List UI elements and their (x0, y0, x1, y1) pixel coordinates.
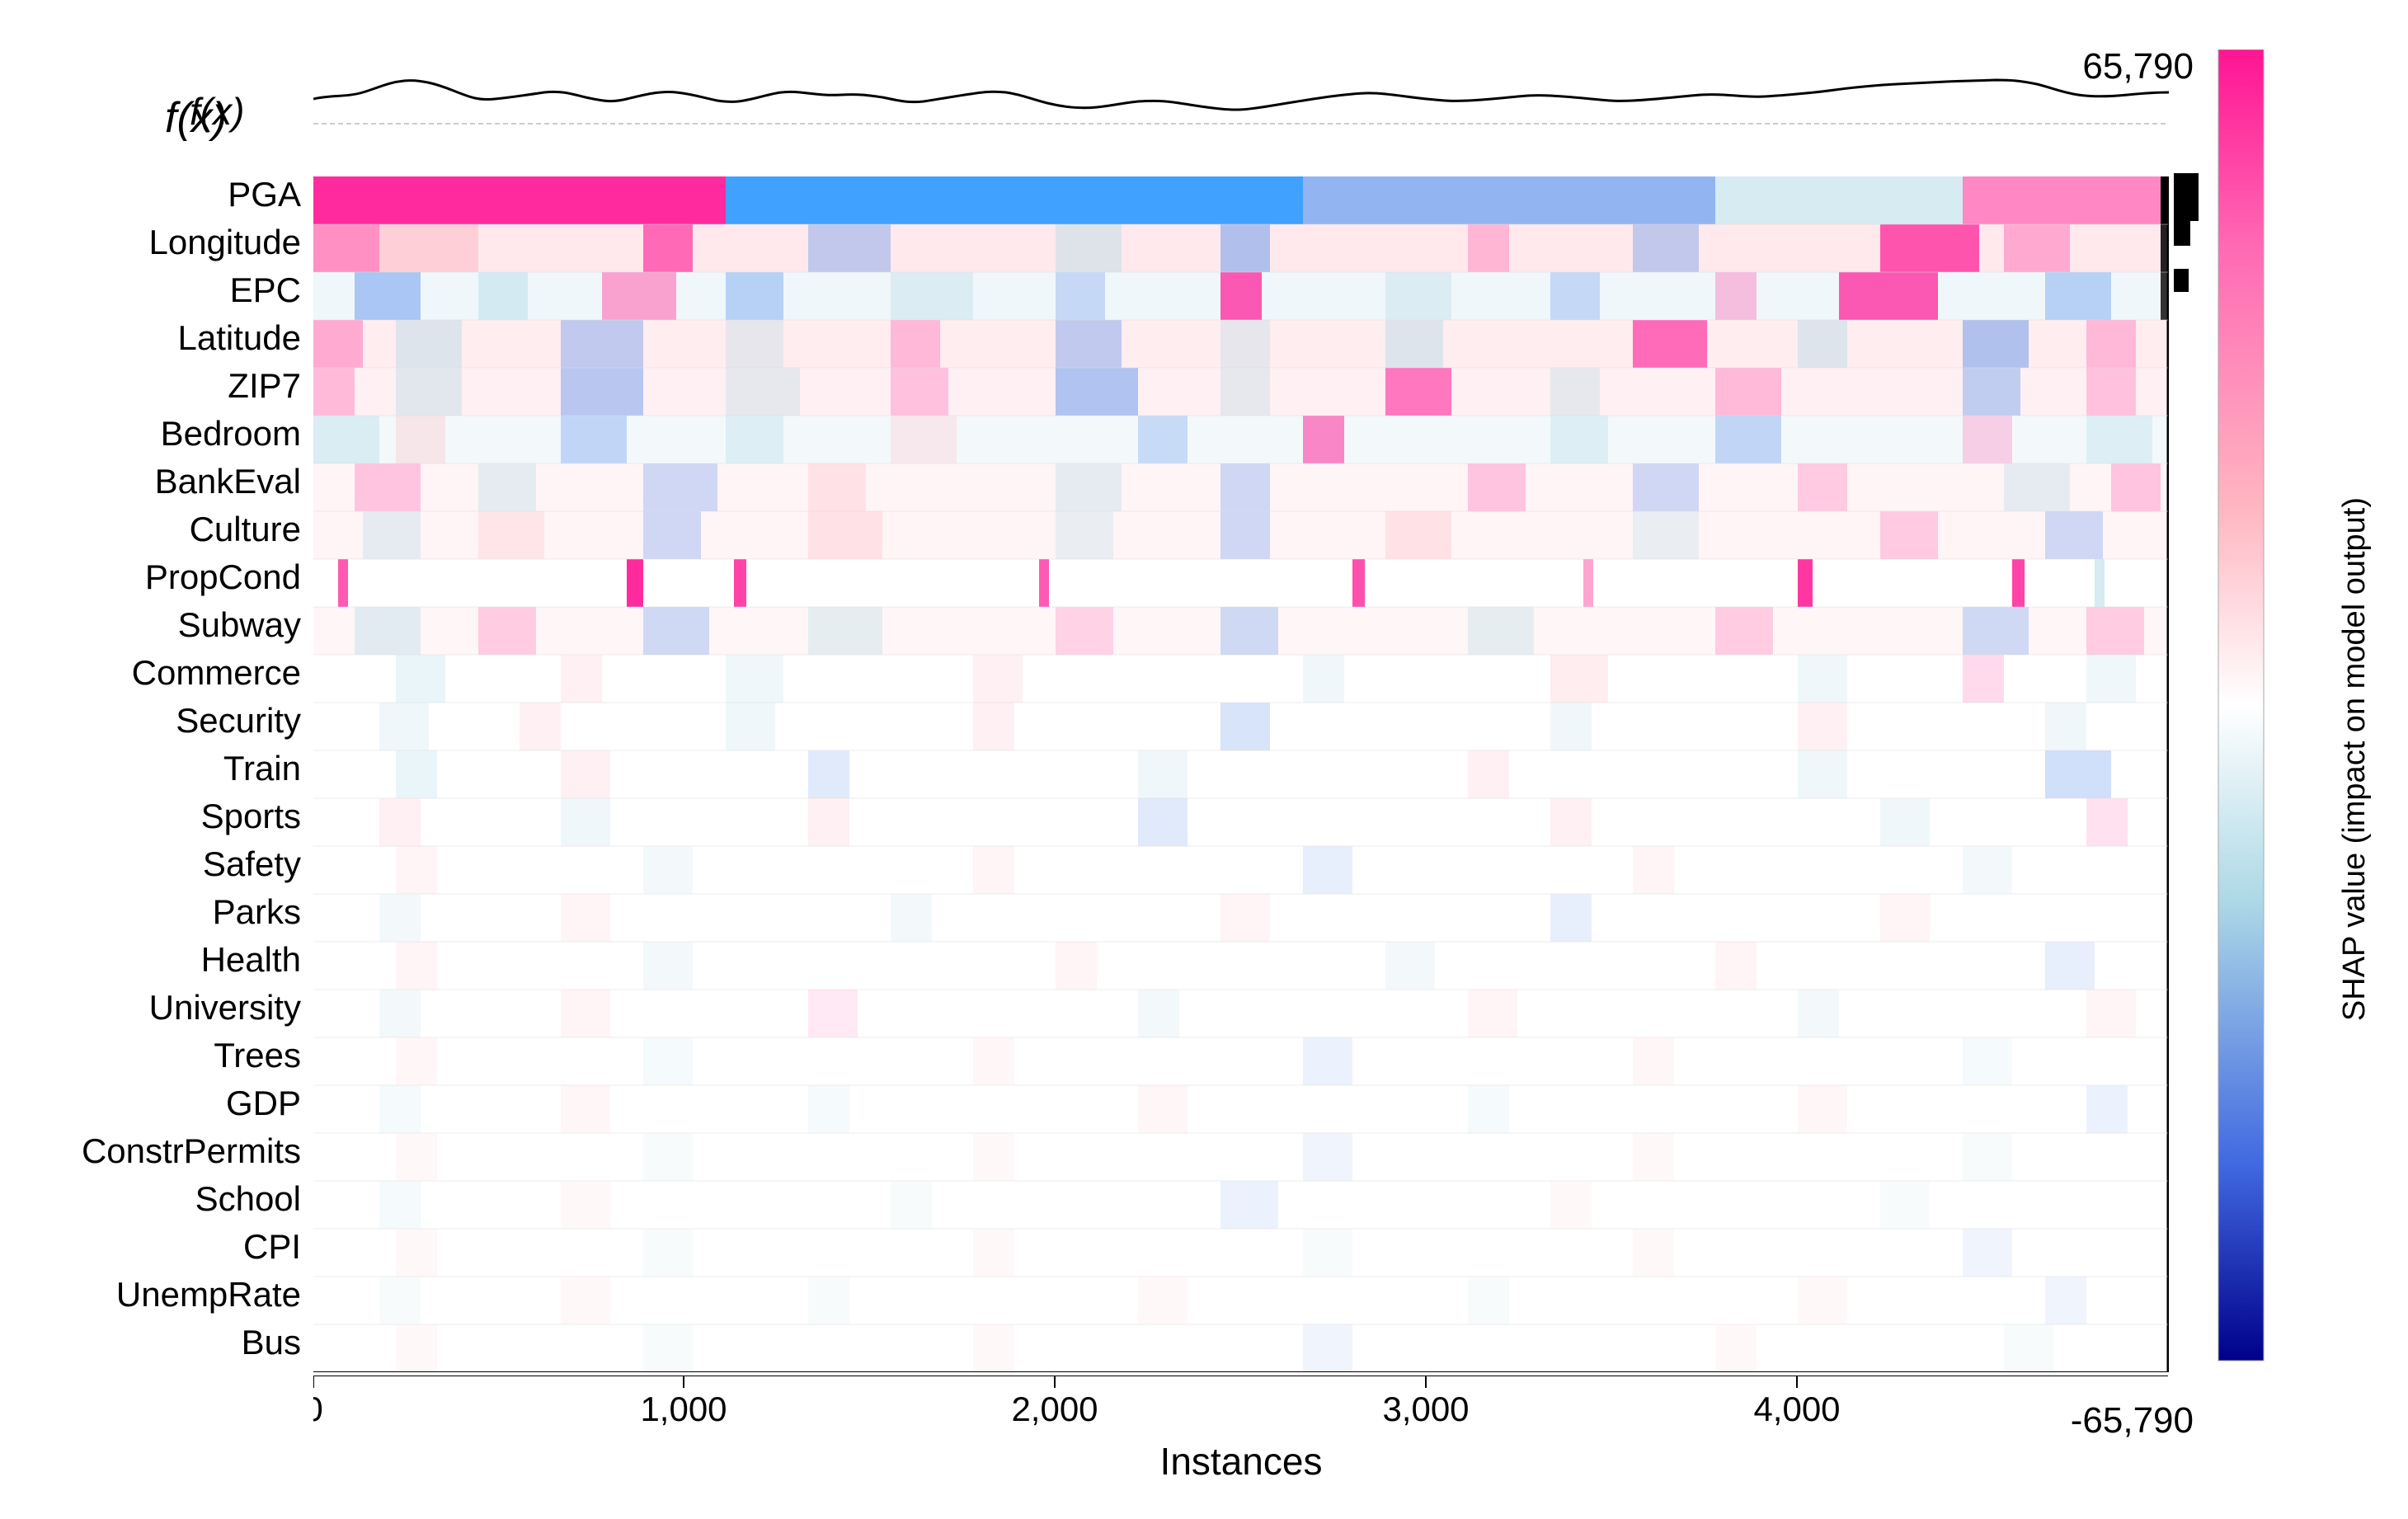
svg-text:-65,790: -65,790 (2071, 1400, 2194, 1441)
svg-text:UnempRate: UnempRate (116, 1275, 301, 1314)
svg-text:1,000: 1,000 (640, 1390, 727, 1428)
chart-container: f(x) (0, 0, 2408, 1519)
row-marker-longitude (2174, 221, 2190, 246)
svg-text:Safety: Safety (203, 844, 301, 883)
svg-text:University: University (149, 988, 301, 1027)
svg-text:Bus: Bus (242, 1323, 301, 1361)
svg-text:PGA: PGA (228, 175, 301, 214)
svg-text:f(x): f(x) (165, 94, 227, 142)
svg-text:Bedroom: Bedroom (161, 414, 301, 453)
svg-text:3,000: 3,000 (1382, 1390, 1469, 1428)
heatmap-svg (313, 176, 2169, 1372)
svg-text:Culture: Culture (190, 510, 301, 548)
svg-text:Instances: Instances (1160, 1440, 1323, 1483)
svg-text:Longitude: Longitude (148, 223, 301, 261)
colorbar-min-label: -65,790 (1872, 1387, 2202, 1445)
svg-text:GDP: GDP (226, 1084, 301, 1122)
svg-text:0: 0 (313, 1390, 323, 1428)
fx-italic-label: f(x) (165, 82, 330, 165)
svg-text:EPC: EPC (230, 270, 301, 309)
colorbar-max-label: 65,790 (1872, 33, 2202, 91)
svg-text:PropCond: PropCond (145, 557, 301, 596)
colorbar-svg (2210, 49, 2293, 1394)
svg-text:BankEval: BankEval (155, 462, 301, 501)
svg-text:School: School (195, 1179, 301, 1218)
svg-text:Health: Health (201, 940, 301, 979)
svg-text:ZIP7: ZIP7 (228, 366, 301, 405)
svg-text:Trees: Trees (214, 1036, 301, 1075)
row-marker-pga (2174, 173, 2199, 221)
svg-text:Sports: Sports (201, 797, 301, 835)
svg-text:CPI: CPI (243, 1227, 301, 1266)
svg-text:Latitude: Latitude (178, 318, 301, 357)
svg-text:2,000: 2,000 (1011, 1390, 1098, 1428)
svg-text:Parks: Parks (213, 892, 301, 931)
heatmap-area (313, 49, 2169, 1376)
svg-text:65,790: 65,790 (2082, 46, 2194, 87)
svg-text:Train: Train (223, 749, 301, 788)
row-marker-epc (2174, 269, 2189, 292)
svg-text:Security: Security (176, 701, 301, 740)
colorbar-title: SHAP value (impact on model output) (2337, 497, 2373, 1021)
colorbar-title-wrapper: SHAP value (impact on model output) (2301, 0, 2408, 1519)
y-axis-svg: PGA Longitude EPC Latitude ZIP7 Bedroom … (0, 173, 313, 1369)
svg-text:4,000: 4,000 (1753, 1390, 1840, 1428)
svg-text:Commerce: Commerce (132, 653, 301, 692)
heatmap-rows (313, 176, 2169, 1376)
svg-text:ConstrPermits: ConstrPermits (82, 1131, 301, 1170)
svg-text:Subway: Subway (178, 605, 301, 644)
